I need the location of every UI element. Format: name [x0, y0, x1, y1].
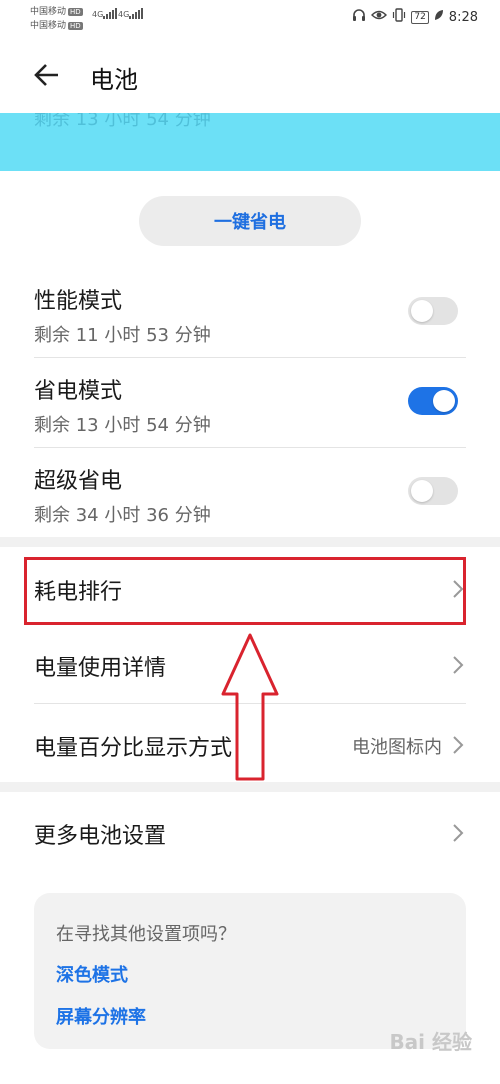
headphones-icon — [352, 8, 366, 26]
up-arrow-annotation-icon — [221, 633, 279, 781]
clock-time: 8:28 — [448, 9, 478, 25]
row-label: 更多电池设置 — [34, 824, 167, 849]
signal-bars-icon — [129, 8, 144, 19]
signal-bars-icon — [103, 8, 118, 19]
signal-1: 4G — [92, 8, 118, 19]
banner-remaining-text: 剩余 13 小时 54 分钟 — [34, 113, 211, 130]
leaf-icon — [434, 9, 444, 25]
carrier-2: 中国移动 HD — [30, 21, 83, 31]
app-bar: 电池 — [0, 52, 500, 100]
link-screen-resolution[interactable]: 屏幕分辨率 — [56, 1003, 146, 1029]
back-arrow-icon[interactable] — [32, 60, 62, 90]
row-label: 电量百分比显示方式 — [34, 736, 233, 761]
status-icons: 72 8:28 — [352, 8, 478, 26]
divider — [34, 357, 466, 358]
divider — [34, 447, 466, 448]
battery-banner: 剩余 13 小时 54 分钟 — [0, 113, 500, 171]
performance-mode-toggle[interactable] — [408, 297, 458, 325]
power-saving-mode-toggle[interactable] — [408, 387, 458, 415]
vibrate-icon — [392, 8, 406, 26]
toggle-knob — [433, 390, 455, 412]
chevron-right-icon — [453, 824, 464, 842]
mode-name: 省电模式 — [34, 379, 123, 404]
battery-icon: 72 — [411, 10, 429, 24]
eye-icon — [371, 9, 388, 25]
status-bar: 中国移动 HD 中国移动 HD 4G 4G 72 8:28 — [0, 0, 500, 38]
page-title: 电池 — [90, 66, 138, 94]
suggestions-title: 在寻找其他设置项吗？ — [56, 924, 236, 945]
highlight-box — [24, 557, 466, 625]
toggle-knob — [411, 480, 433, 502]
mode-name: 性能模式 — [34, 289, 123, 314]
chevron-right-icon — [453, 736, 464, 754]
row-more-battery-settings[interactable]: 更多电池设置 — [34, 806, 466, 862]
mode-remaining: 剩余 13 小时 54 分钟 — [34, 415, 211, 436]
carrier-1: 中国移动 HD — [30, 7, 83, 17]
row-value: 电池图标内 — [352, 737, 442, 758]
watermark: Bai 经验 — [389, 1030, 472, 1054]
link-dark-mode[interactable]: 深色模式 — [56, 961, 128, 987]
toggle-knob — [411, 300, 433, 322]
mode-name: 超级省电 — [34, 469, 123, 494]
section-gap — [0, 537, 500, 547]
row-label: 电量使用详情 — [34, 656, 167, 681]
one-tap-power-save-button[interactable]: 一键省电 — [139, 196, 361, 246]
section-gap — [0, 782, 500, 792]
mode-remaining: 剩余 34 小时 36 分钟 — [34, 505, 211, 526]
mode-remaining: 剩余 11 小时 53 分钟 — [34, 325, 211, 346]
signal-2: 4G — [118, 8, 144, 19]
super-saving-mode-toggle[interactable] — [408, 477, 458, 505]
chevron-right-icon — [453, 656, 464, 674]
